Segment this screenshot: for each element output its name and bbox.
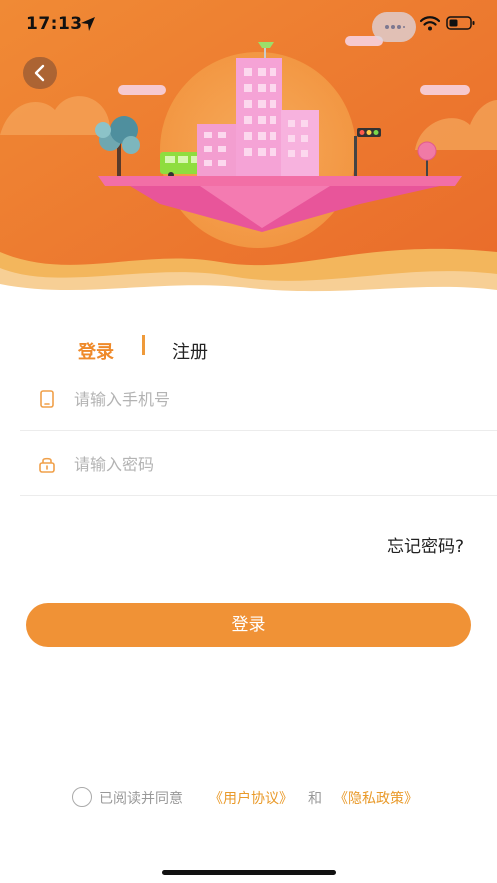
password-field bbox=[20, 432, 497, 496]
login-button[interactable]: 登录 bbox=[26, 603, 471, 647]
phone-icon bbox=[40, 390, 54, 408]
agree-checkbox[interactable] bbox=[72, 787, 92, 807]
home-indicator bbox=[162, 870, 336, 875]
agreement-and: 和 bbox=[308, 791, 322, 807]
tab-register[interactable]: 注册 bbox=[172, 338, 208, 364]
battery-icon bbox=[446, 16, 475, 30]
agreement-row: 已阅读并同意 《用户协议》 和 《隐私政策》 bbox=[72, 785, 432, 807]
agreement-prefix: 已阅读并同意 bbox=[99, 791, 183, 807]
lock-icon bbox=[39, 457, 55, 473]
forgot-password-link[interactable]: 忘记密码? bbox=[387, 532, 464, 557]
location-arrow-icon bbox=[81, 17, 95, 31]
back-button[interactable] bbox=[23, 57, 57, 89]
user-agreement-link[interactable]: 《用户协议》 bbox=[209, 788, 293, 808]
status-time: 17:13 bbox=[26, 14, 83, 34]
wifi-icon bbox=[420, 16, 440, 31]
phone-field bbox=[20, 367, 497, 431]
privacy-policy-link[interactable]: 《隐私政策》 bbox=[334, 788, 418, 808]
dots-icon bbox=[385, 25, 405, 29]
phone-input[interactable] bbox=[74, 385, 454, 413]
chevron-left-icon bbox=[34, 64, 45, 82]
password-input[interactable] bbox=[74, 450, 454, 478]
status-bar: 17:13 bbox=[0, 0, 497, 50]
tab-divider bbox=[142, 335, 145, 355]
tab-login[interactable]: 登录 bbox=[78, 338, 114, 364]
